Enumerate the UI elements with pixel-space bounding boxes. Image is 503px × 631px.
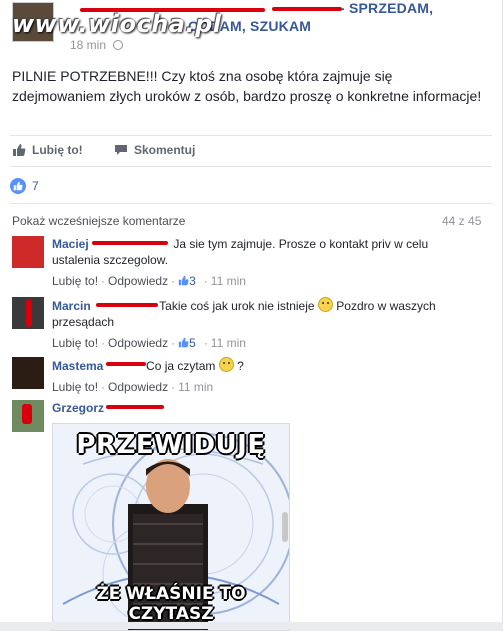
meme-top-text: PRZEWIDUJĘ (76, 430, 266, 460)
comment-text: Takie coś jak urok nie istnieje (159, 299, 315, 313)
comment-button[interactable]: Skomentuj (114, 143, 195, 157)
redaction-mark (26, 299, 32, 327)
comment-item: Marcin Takie coś jak urok nie istnieje P… (12, 297, 492, 350)
page-background-strip (0, 622, 503, 629)
post-body: PILNIE POTRZEBNE!!! Czy ktoś zna osobę k… (12, 68, 482, 104)
group-name[interactable]: - SPRZEDAM, (340, 0, 433, 16)
comment-like-link[interactable]: Lubię to! (52, 274, 98, 288)
comment-reply-link[interactable]: Odpowiedz (108, 336, 168, 350)
redaction-mark (106, 405, 164, 409)
thumbs-up-icon (13, 181, 23, 191)
avatar[interactable] (12, 357, 44, 389)
thumbs-up-icon (178, 337, 189, 348)
comment-likes-count[interactable]: 5 (189, 336, 196, 350)
comment-reply-link[interactable]: Odpowiedz (108, 380, 168, 394)
redaction-mark (106, 362, 146, 366)
comment-text: Co ja czytam (146, 359, 216, 373)
like-reaction-icon (10, 178, 26, 194)
scrollbar-handle[interactable] (282, 512, 288, 542)
smile-emoji-icon (317, 297, 333, 312)
comment-author[interactable]: Maciej (52, 237, 89, 251)
post-timestamp[interactable]: 18 min (70, 38, 106, 52)
divider (10, 135, 492, 136)
comment-meta: Lubię to! · Odpowiedz · 5 · 11 min (52, 336, 246, 350)
divider (10, 203, 492, 204)
redaction-mark (92, 241, 168, 245)
thumbs-up-icon (13, 144, 26, 156)
confused-emoji-icon (218, 357, 234, 372)
redaction-mark (22, 404, 32, 424)
comment-icon (115, 145, 127, 155)
comment-time[interactable]: 11 min (211, 336, 246, 350)
redaction-mark (272, 7, 342, 11)
comments-count: 44 z 45 (442, 214, 482, 228)
comment-author[interactable]: Grzegorz (52, 401, 104, 415)
comment-author[interactable]: Mastema (52, 359, 103, 373)
redaction-mark (96, 303, 158, 307)
comment-like-link[interactable]: Lubię to! (52, 380, 98, 394)
comment-time[interactable]: 11 min (178, 380, 213, 394)
meme-image[interactable]: PRZEWIDUJĘ ŻE WŁAŚNIE TO CZYTASZ (52, 423, 290, 631)
watermark: www.wiocha.pl (12, 10, 222, 38)
meme-bottom-text: ŻE WŁAŚNIE TO CZYTASZ (96, 584, 246, 624)
like-label: Lubię to! (32, 143, 83, 157)
comment-likes-count[interactable]: 3 (189, 274, 196, 288)
comment-item: Mastema Co ja czytam ? Lubię to! · Odpowie… (12, 357, 492, 395)
post-actions: Lubię to! Skomentuj (10, 140, 490, 162)
post-card: - SPRZEDAM, ODDAM, SZUKAM www.wiocha.pl … (0, 0, 503, 631)
comment-text-continued: ? (237, 359, 244, 373)
comment-time[interactable]: 11 min (211, 274, 246, 288)
divider (10, 166, 492, 167)
comment-meta: Lubię to! · Odpowiedz · 3 · 11 min (52, 274, 246, 288)
globe-icon (113, 40, 123, 50)
likes-count: 7 (32, 179, 39, 193)
comment-item: Maciej Ja sie tym zajmuje. Prosze o kont… (12, 236, 492, 288)
likes-summary[interactable]: 7 (10, 176, 39, 196)
comment-reply-link[interactable]: Odpowiedz (108, 274, 168, 288)
thumbs-up-icon (178, 275, 189, 286)
comment-label: Skomentuj (134, 143, 196, 157)
view-previous-comments-link[interactable]: Pokaż wcześniejsze komentarze (12, 214, 185, 228)
comment-author[interactable]: Marcin (52, 299, 91, 313)
like-button[interactable]: Lubię to! (12, 143, 83, 157)
avatar[interactable] (12, 236, 44, 268)
comment-meta: Lubię to! · Odpowiedz · 11 min (52, 380, 214, 394)
comment-like-link[interactable]: Lubię to! (52, 336, 98, 350)
post-header: - SPRZEDAM, ODDAM, SZUKAM www.wiocha.pl … (10, 0, 500, 52)
